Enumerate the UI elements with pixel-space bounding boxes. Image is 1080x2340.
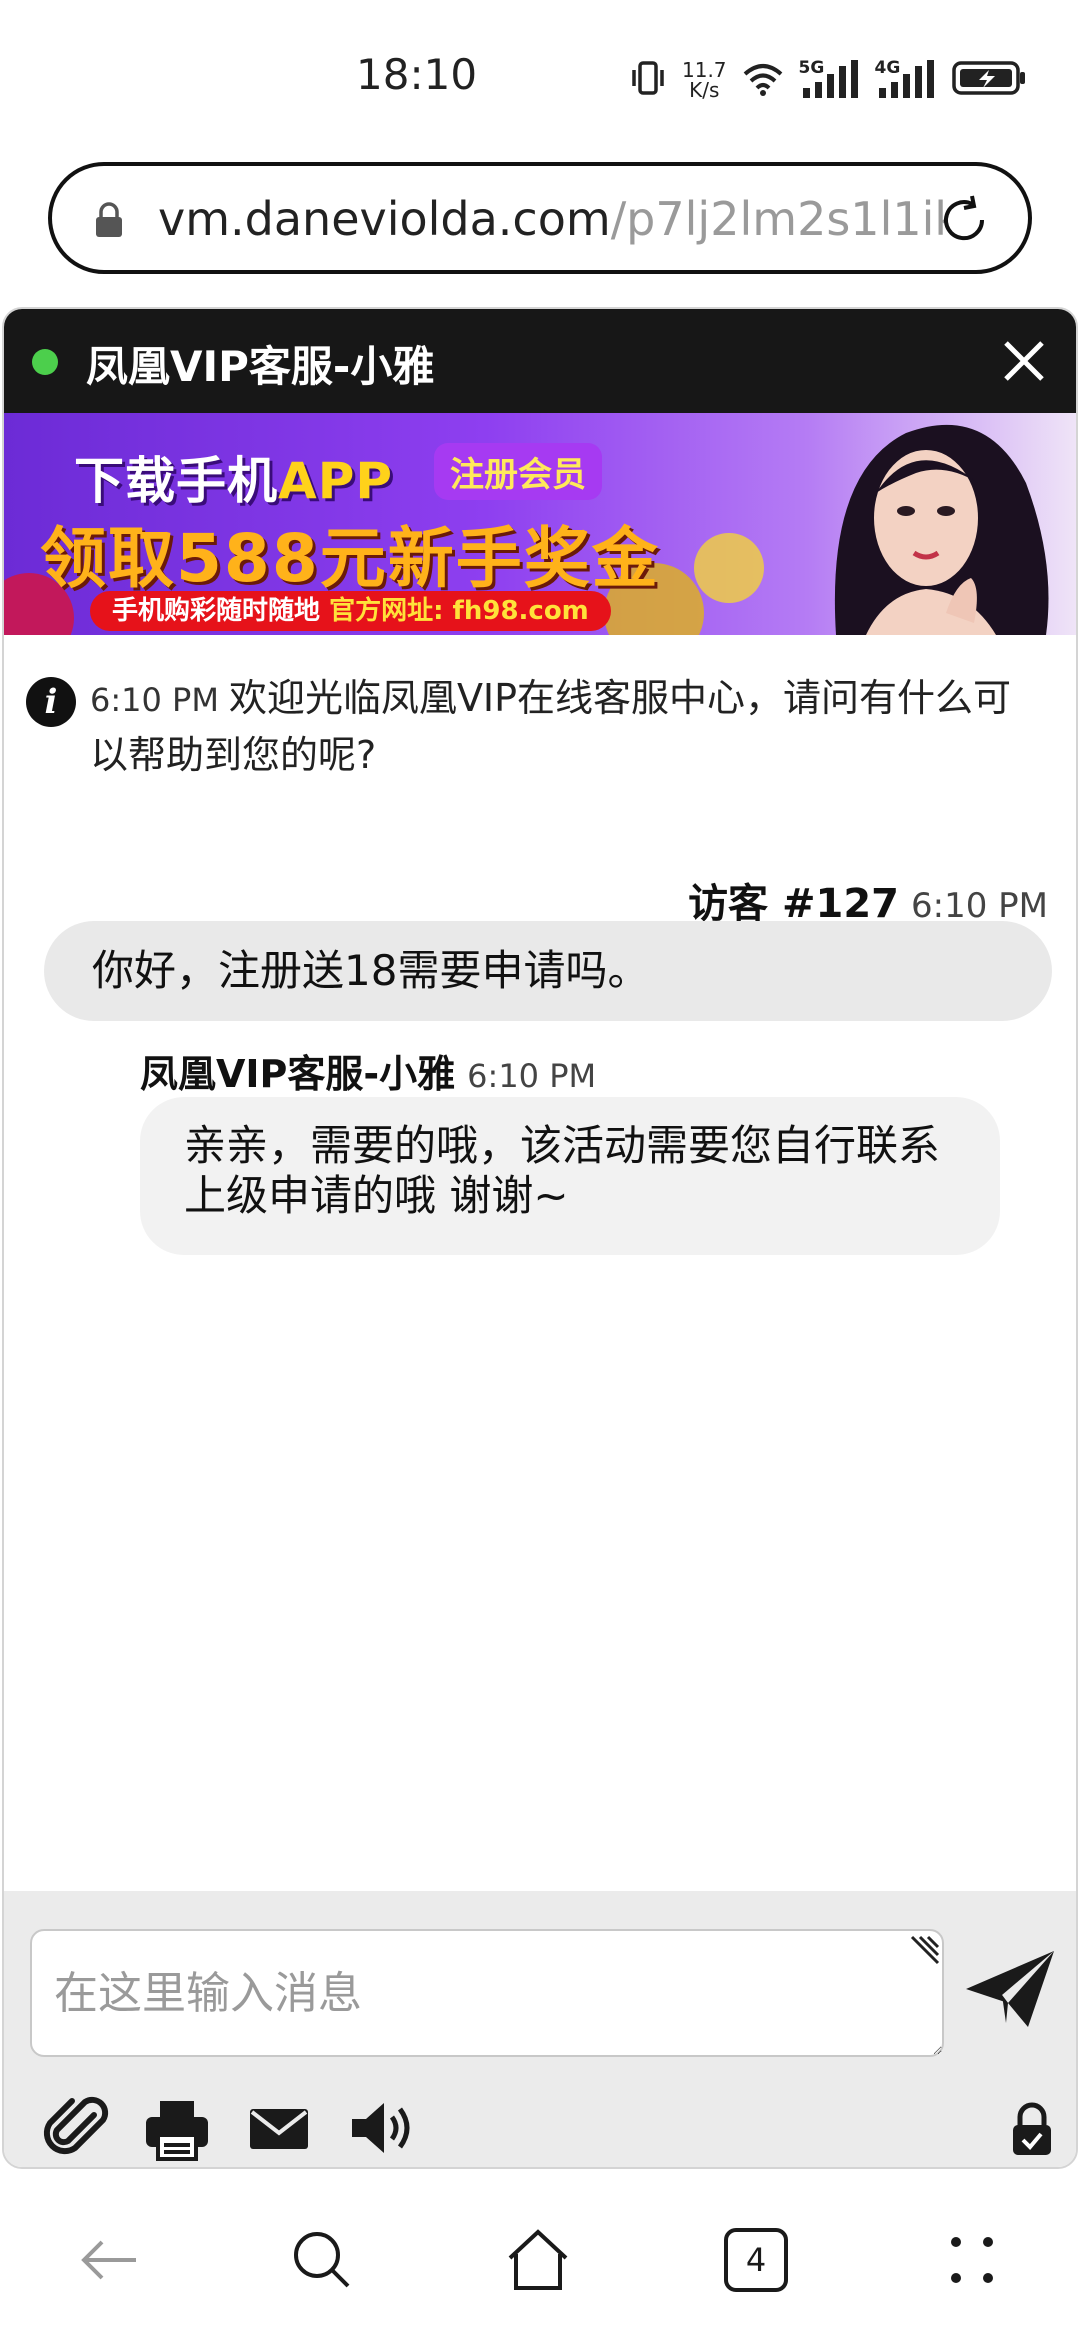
system-message-text: 欢迎光临凤凰VIP在线客服中心，请问有什么可以帮助到您的呢? [90,676,1012,777]
banner-line-3: 手机购彩随时随地 官方网址: fh98.com [90,591,611,631]
banner-line-1-a: 下载手机 [74,452,278,510]
lock-icon[interactable] [1010,2101,1054,2163]
banner-line-1-b: APP [278,452,393,510]
info-icon: i [26,677,76,727]
banner-badge: 注册会员 [434,443,602,500]
agent-message-meta: 凤凰VIP客服-小雅 6:10 PM [140,1043,596,1098]
lock-icon[interactable] [94,202,124,242]
tabs-icon[interactable]: 4 [722,2228,790,2292]
promo-banner[interactable]: 下载手机APP 注册会员 领取588元新手奖金 手机购彩随时随地 官方网址: f… [4,413,1076,635]
message-input[interactable] [30,1929,944,2057]
network-speed-value: 11.7 [682,58,727,82]
online-status-indicator [32,349,58,375]
address-bar[interactable]: vm.daneviolda.com/p7lj2lm2s1l1ik [48,162,1032,274]
agent-message-bubble: 亲亲，需要的哦，该活动需要您自行联系上级申请的哦 谢谢~ [140,1097,1000,1255]
banner-line-1: 下载手机APP [74,441,393,513]
url-text[interactable]: vm.daneviolda.com/p7lj2lm2s1l1ik [158,192,944,246]
home-icon[interactable] [504,2228,572,2296]
close-icon[interactable] [998,335,1050,391]
network-speed-unit: K/s [689,78,720,102]
url-domain: vm.daneviolda.com [158,192,611,246]
battery-charging-icon [951,58,1029,102]
visitor-message-time: 6:10 PM [911,886,1048,926]
status-time: 18:10 [356,50,478,99]
status-bar: 18:10 11.7 K/s 5G 4G [0,0,1080,150]
search-icon[interactable] [290,2228,354,2296]
chat-footer [4,1891,1076,2167]
banner-line-3-a: 手机购彩随时随地 [112,596,321,626]
agent-message-time: 6:10 PM [467,1057,597,1095]
status-icons: 11.7 K/s 5G 4G [628,56,1029,104]
send-button[interactable] [962,1945,1058,2037]
printer-icon[interactable] [142,2093,212,2167]
envelope-icon[interactable] [246,2093,312,2167]
chat-header: 凤凰VIP客服-小雅 [4,309,1076,413]
menu-icon[interactable] [942,2228,1002,2296]
wifi-icon [741,58,785,102]
resize-handle-icon[interactable] [908,1933,942,1971]
banner-portrait-image [834,424,1049,635]
network-speed: 11.7 K/s [682,60,727,100]
back-arrow-icon[interactable] [76,2228,140,2296]
browser-bottom-nav: 4 [0,2172,1080,2340]
signal-5g-icon: 5G [799,58,861,102]
tab-count: 4 [745,2241,767,2279]
url-path: /p7lj2lm2s1l1ik [610,192,944,246]
agent-name: 凤凰VIP客服-小雅 [140,1052,456,1096]
chat-title: 凤凰VIP客服-小雅 [86,342,435,391]
vibrate-icon [628,58,668,102]
chat-widget: 凤凰VIP客服-小雅 下载手机APP 注册会员 领取588元新手奖金 手机购彩随… [2,307,1078,2169]
banner-line-2: 领取588元新手奖金 [40,520,660,597]
reload-icon[interactable] [936,192,992,252]
banner-line-3-b: 官方网址: fh98.com [329,596,589,626]
system-message-body: 6:10 PM 欢迎光临凤凰VIP在线客服中心，请问有什么可以帮助到您的呢? [90,671,1030,783]
paperclip-icon[interactable] [42,2093,112,2167]
speaker-icon[interactable] [346,2093,418,2167]
signal-4g-icon: 4G [875,58,937,102]
system-message-time: 6:10 PM [90,681,219,719]
visitor-message-bubble: 你好，注册送18需要申请吗。 [44,921,1052,1021]
